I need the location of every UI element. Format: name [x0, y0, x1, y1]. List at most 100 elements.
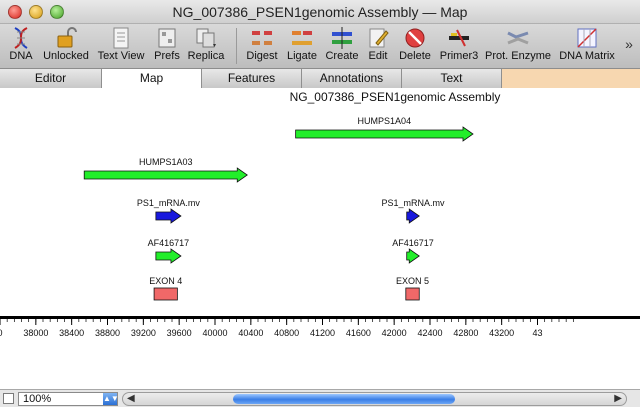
- ruler-tick-label: 39200: [131, 328, 156, 338]
- feature-label: EXON 5: [396, 276, 429, 286]
- replica-button[interactable]: Replica: [186, 24, 226, 69]
- view-tabs: Editor Map Features Annotations Text: [0, 69, 640, 88]
- ruler-tick-label: 0: [0, 328, 3, 338]
- feature-af416717[interactable]: AF416717: [392, 238, 434, 264]
- feature-label: HUMPS1A04: [358, 116, 412, 126]
- toolbar-separator: [236, 28, 237, 64]
- ruler-tick-label: 41200: [310, 328, 335, 338]
- text-view-button[interactable]: Text View: [94, 24, 148, 69]
- digest-icon: [252, 31, 272, 45]
- feature-shape[interactable]: [295, 126, 474, 142]
- unlocked-button[interactable]: Unlocked: [40, 24, 92, 69]
- ligate-label: Ligate: [287, 50, 317, 62]
- delete-button[interactable]: Delete: [396, 24, 434, 69]
- feature-exon-4[interactable]: EXON 4: [149, 276, 182, 301]
- edit-button[interactable]: Edit: [364, 24, 392, 69]
- primer3-button[interactable]: Primer3: [438, 24, 480, 69]
- feature-label: PS1_mRNA.mv: [137, 198, 201, 208]
- dna-matrix-icon: [577, 28, 597, 48]
- feature-shape[interactable]: [155, 208, 182, 224]
- digest-button[interactable]: Digest: [244, 24, 280, 69]
- primer3-icon: [449, 29, 469, 47]
- primer3-label: Primer3: [439, 50, 479, 62]
- tab-map[interactable]: Map: [102, 69, 202, 88]
- ligate-button[interactable]: Ligate: [284, 24, 320, 69]
- ruler-tick-label: 38000: [23, 328, 48, 338]
- unlocked-padlock-icon: [57, 27, 77, 48]
- ruler-tick-label: 40400: [238, 328, 263, 338]
- status-bar: 100% ▲▼ ◀ ▶: [0, 389, 640, 407]
- zoom-value: 100%: [23, 393, 52, 405]
- dna-matrix-button[interactable]: DNA Matrix: [556, 24, 618, 69]
- dna-matrix-label: DNA Matrix: [559, 50, 615, 62]
- prefs-label: Prefs: [154, 50, 180, 62]
- toolbar: DNA Unlocked Text View Prefs Replica Dig…: [0, 24, 640, 69]
- ruler-tick-label: 40000: [202, 328, 227, 338]
- status-checkbox[interactable]: [3, 393, 14, 404]
- feature-map[interactable]: HUMPS1A04 HUMPS1A03 PS1_mRNA.mv PS1_mRNA.mv…: [0, 88, 640, 363]
- unlocked-label: Unlocked: [43, 50, 89, 62]
- feature-humps1a04[interactable]: HUMPS1A04: [295, 116, 474, 142]
- toolbar-overflow-chevron-icon[interactable]: »: [620, 24, 638, 69]
- feature-shape[interactable]: [153, 287, 178, 301]
- ligate-icon: [292, 31, 312, 45]
- ruler-tick-label: 43: [532, 328, 542, 338]
- scrollbar-thumb[interactable]: [233, 394, 455, 404]
- zoom-dropdown-arrow-icon[interactable]: ▲▼: [103, 393, 119, 405]
- edit-label: Edit: [368, 50, 388, 62]
- scroll-left-arrow-icon[interactable]: ◀: [127, 393, 135, 405]
- delete-icon: [405, 28, 425, 48]
- prefs-button[interactable]: Prefs: [150, 24, 184, 69]
- scroll-right-arrow-icon[interactable]: ▶: [614, 393, 622, 405]
- ruler-line: [0, 316, 640, 319]
- dna-button[interactable]: DNA: [4, 24, 38, 69]
- prot-enzyme-label: Prot. Enzyme: [484, 50, 552, 62]
- prot-enzyme-button[interactable]: Prot. Enzyme: [484, 24, 552, 69]
- dna-label: DNA: [9, 50, 33, 62]
- create-button[interactable]: Create: [323, 24, 361, 69]
- feature-label: AF416717: [392, 238, 434, 248]
- tab-features[interactable]: Features: [202, 69, 302, 88]
- feature-label: HUMPS1A03: [139, 157, 193, 167]
- zoom-select[interactable]: 100% ▲▼: [18, 392, 119, 406]
- window-title: NG_007386_PSEN1genomic Assembly — Map: [172, 4, 468, 20]
- feature-ps1-mrna-mv[interactable]: PS1_mRNA.mv: [381, 198, 445, 224]
- horizontal-scrollbar[interactable]: ◀ ▶: [122, 392, 627, 406]
- replica-icon: [196, 28, 216, 48]
- dna-helix-icon: [14, 27, 28, 49]
- preferences-icon: [158, 28, 176, 48]
- feature-shape[interactable]: [405, 287, 420, 301]
- protein-enzyme-icon: [507, 31, 529, 45]
- feature-shape[interactable]: [83, 167, 248, 183]
- edit-pencil-icon: [369, 28, 389, 48]
- ruler-tick-label: 39600: [167, 328, 192, 338]
- feature-ps1-mrna-mv[interactable]: PS1_mRNA.mv: [137, 198, 201, 224]
- ruler-tick-label: 40800: [274, 328, 299, 338]
- ruler-tick-label: 41600: [346, 328, 371, 338]
- text-view-label: Text View: [97, 50, 145, 62]
- feature-exon-5[interactable]: EXON 5: [396, 276, 429, 301]
- ruler-tick-label: 38400: [59, 328, 84, 338]
- tab-text[interactable]: Text: [402, 69, 502, 88]
- ruler-tick-label: 42800: [453, 328, 478, 338]
- feature-shape[interactable]: [406, 208, 420, 224]
- feature-label: PS1_mRNA.mv: [381, 198, 445, 208]
- tab-editor[interactable]: Editor: [0, 69, 102, 88]
- digest-label: Digest: [246, 50, 278, 62]
- tab-annotations[interactable]: Annotations: [302, 69, 402, 88]
- create-label: Create: [325, 50, 359, 62]
- replica-label: Replica: [187, 50, 225, 62]
- feature-shape[interactable]: [155, 248, 182, 264]
- feature-label: EXON 4: [149, 276, 182, 286]
- create-icon: [332, 27, 352, 49]
- ruler-tick-label: 38800: [95, 328, 120, 338]
- delete-label: Delete: [399, 50, 431, 62]
- feature-label: AF416717: [148, 238, 190, 248]
- feature-humps1a03[interactable]: HUMPS1A03: [83, 157, 248, 183]
- document-icon: [113, 27, 129, 49]
- ruler-tick-label: 42000: [382, 328, 407, 338]
- ruler-tick-label: 43200: [489, 328, 514, 338]
- feature-shape[interactable]: [406, 248, 420, 264]
- title-bar: NG_007386_PSEN1genomic Assembly — Map: [0, 0, 640, 24]
- feature-af416717[interactable]: AF416717: [148, 238, 190, 264]
